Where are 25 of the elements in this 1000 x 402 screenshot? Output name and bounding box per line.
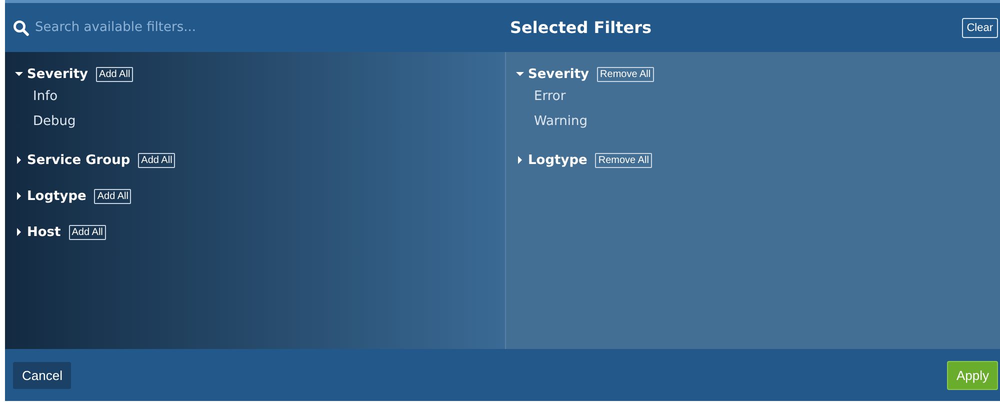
remove-all-button[interactable]: Remove All — [597, 66, 654, 82]
filter-item[interactable]: Debug — [15, 109, 505, 134]
add-all-button[interactable]: Add All — [138, 152, 176, 168]
search-field[interactable]: Search available filters... — [33, 19, 477, 36]
filter-item[interactable]: Info — [15, 84, 505, 109]
add-all-button[interactable]: Add All — [94, 188, 132, 204]
group-name[interactable]: Service Group — [27, 152, 130, 168]
cancel-button[interactable]: Cancel — [13, 362, 72, 388]
group-name[interactable]: Severity — [27, 66, 88, 82]
group-name[interactable]: Logtype — [27, 188, 86, 204]
panel-title: Selected Filters — [510, 18, 652, 37]
remove-all-button[interactable]: Remove All — [595, 152, 652, 168]
caret-icon[interactable] — [15, 156, 23, 164]
search-icon — [13, 20, 29, 36]
caret-icon[interactable] — [15, 70, 23, 78]
clear-button[interactable]: Clear — [962, 18, 998, 38]
group-name[interactable]: Host — [27, 224, 61, 240]
add-all-button[interactable]: Add All — [96, 66, 134, 82]
filter-item[interactable]: Warning — [516, 109, 1000, 134]
group-name[interactable]: Severity — [528, 66, 590, 82]
filter-item[interactable]: Error — [516, 84, 1000, 109]
caret-icon[interactable] — [15, 228, 23, 236]
caret-icon[interactable] — [15, 192, 23, 200]
add-all-button[interactable]: Add All — [68, 224, 106, 240]
group-name[interactable]: Logtype — [528, 152, 588, 168]
